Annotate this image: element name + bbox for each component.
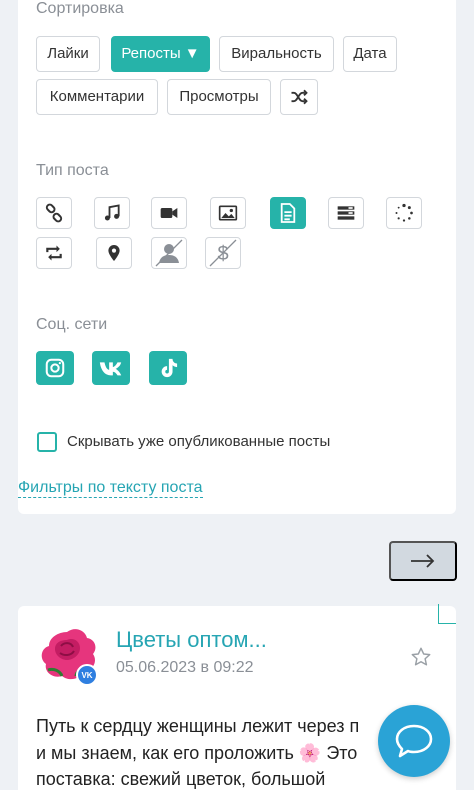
sort-likes-button[interactable]: Лайки bbox=[36, 36, 100, 72]
image-icon bbox=[218, 205, 238, 221]
post-text-line: поставка: свежий цветок, большой bbox=[36, 769, 326, 789]
instagram-icon bbox=[45, 358, 65, 378]
vk-badge-icon: VK bbox=[76, 664, 98, 686]
video-icon bbox=[160, 208, 178, 218]
sort-comments-button[interactable]: Комментарии bbox=[36, 79, 158, 115]
arrow-right-icon bbox=[411, 554, 435, 568]
shuffle-icon bbox=[291, 89, 308, 105]
post-type-no-author[interactable] bbox=[151, 237, 187, 269]
social-vk-button[interactable] bbox=[92, 351, 130, 385]
list-icon bbox=[337, 206, 355, 220]
post-text-line: и мы знаем, как его проложить 🌸 Это bbox=[36, 743, 358, 763]
sort-date-button[interactable]: Дата bbox=[343, 36, 397, 72]
post-type-video[interactable] bbox=[151, 197, 187, 229]
text-filters-link[interactable]: Фильтры по тексту поста bbox=[18, 478, 203, 498]
post-type-music[interactable] bbox=[94, 197, 130, 229]
svg-text:$: $ bbox=[217, 243, 228, 265]
post-type-label: Тип поста bbox=[36, 162, 109, 179]
no-author-icon bbox=[155, 239, 183, 267]
corner-mark-icon bbox=[438, 604, 456, 624]
post-type-list[interactable] bbox=[328, 197, 364, 229]
chat-bubble-icon bbox=[395, 724, 433, 758]
location-icon bbox=[108, 245, 120, 261]
shuffle-button[interactable] bbox=[280, 79, 318, 115]
hide-published-label: Скрывать уже опубликованные посты bbox=[67, 433, 331, 450]
post-type-location[interactable] bbox=[96, 237, 132, 269]
hide-published-checkbox[interactable] bbox=[37, 432, 57, 452]
post-type-link[interactable] bbox=[36, 197, 72, 229]
social-label: Соц. сети bbox=[36, 316, 108, 333]
sort-reposts-button[interactable]: Репосты ▼ bbox=[111, 36, 210, 72]
post-title[interactable]: Цветы оптом... bbox=[116, 627, 267, 653]
post-type-image[interactable] bbox=[210, 197, 246, 229]
tiktok-icon bbox=[161, 358, 178, 378]
vk-icon bbox=[99, 362, 122, 376]
music-icon bbox=[104, 204, 120, 221]
post-date: 05.06.2023 в 09:22 bbox=[116, 659, 254, 676]
link-icon bbox=[45, 203, 63, 223]
repost-icon bbox=[46, 245, 62, 261]
star-icon[interactable] bbox=[410, 646, 432, 668]
loading-icon bbox=[395, 203, 413, 222]
post-type-document[interactable] bbox=[270, 197, 306, 229]
chat-button[interactable] bbox=[378, 705, 450, 777]
sort-virality-button[interactable]: Виральность bbox=[219, 36, 334, 72]
no-ads-icon: $ bbox=[209, 239, 237, 267]
post-type-no-ads[interactable]: $ bbox=[205, 237, 241, 269]
next-button[interactable] bbox=[389, 541, 457, 581]
sort-views-button[interactable]: Просмотры bbox=[167, 79, 271, 115]
post-type-repost[interactable] bbox=[36, 237, 72, 269]
document-icon bbox=[280, 203, 296, 223]
post-text-line: Путь к сердцу женщины лежит через п bbox=[36, 716, 360, 736]
social-instagram-button[interactable] bbox=[36, 351, 74, 385]
post-type-loading[interactable] bbox=[386, 197, 422, 229]
sort-label: Сортировка bbox=[36, 0, 124, 17]
social-tiktok-button[interactable] bbox=[149, 351, 187, 385]
